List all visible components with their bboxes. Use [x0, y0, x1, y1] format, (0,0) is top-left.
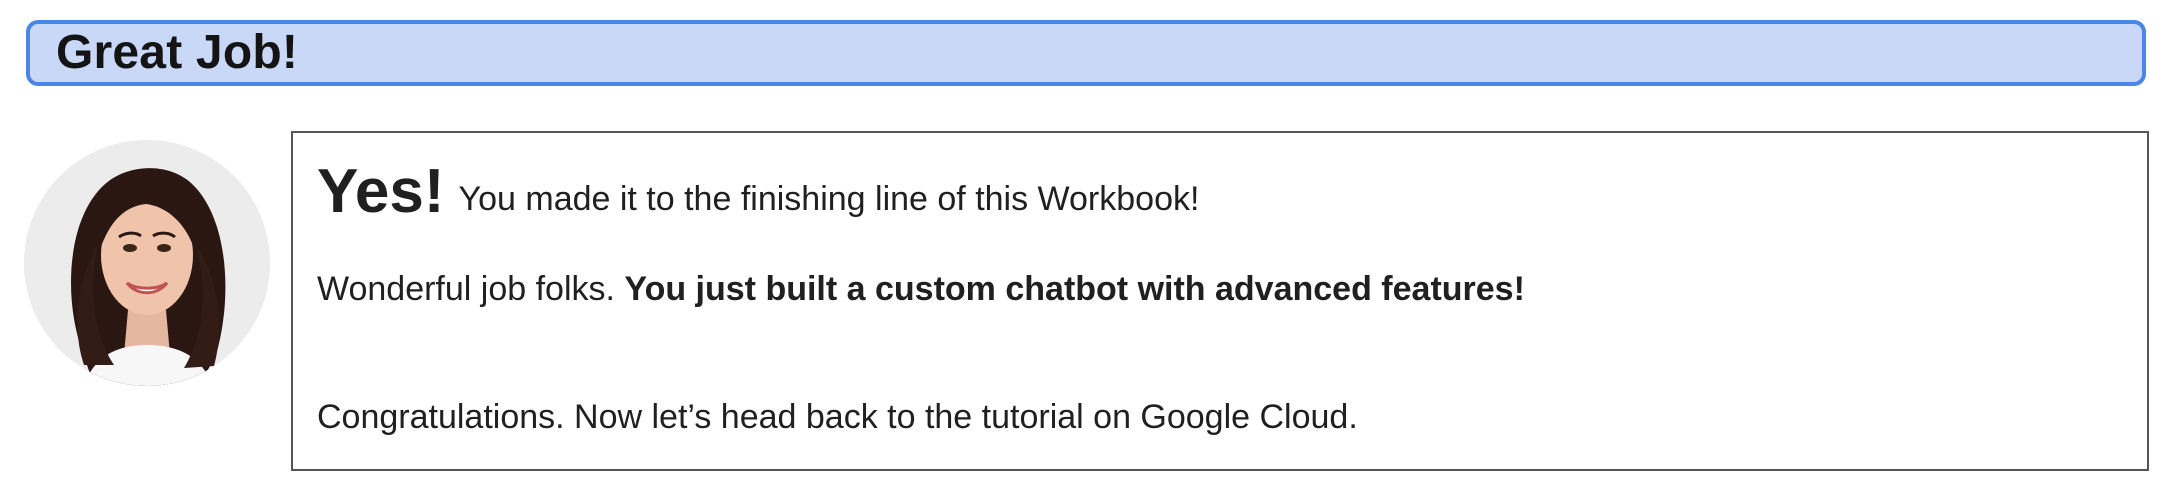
message-line-3: Congratulations. Now let’s head back to …: [317, 398, 1358, 437]
message-emphasis: Yes!: [317, 157, 445, 226]
message-line-2-bold: You just built a custom chatbot with adv…: [624, 270, 1525, 308]
message-line-1-text: You made it to the finishing line of thi…: [458, 180, 1200, 218]
avatar: [24, 140, 270, 386]
message-line-2: Wonderful job folks. You just built a cu…: [317, 270, 1525, 309]
page: Great Job! Yes! You made it to the finis…: [0, 0, 2174, 488]
message-line-3-text: Congratulations. Now let’s head back to …: [317, 398, 1358, 436]
message-line-2-text: Wonderful job folks.: [317, 270, 625, 308]
person-photo-icon: [24, 140, 270, 386]
message-box: Yes! You made it to the finishing line of…: [291, 131, 2149, 471]
header-title: Great Job!: [56, 26, 299, 79]
header-banner: Great Job!: [26, 20, 2146, 86]
message-line-1: Yes! You made it to the finishing line of…: [317, 161, 1199, 223]
